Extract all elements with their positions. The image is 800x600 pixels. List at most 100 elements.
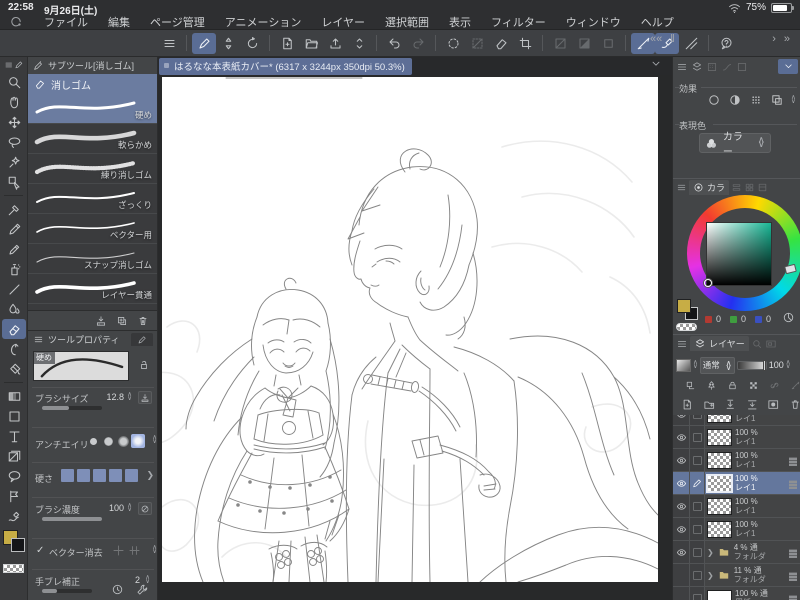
toolbar-selection-launcher-button[interactable] (548, 33, 572, 54)
panel-menu-icon[interactable] (676, 338, 688, 350)
eraser-tool[interactable] (2, 319, 26, 339)
layer-row[interactable]: 100 % レイ1 ▬ ▬ ▬ (673, 472, 800, 495)
balloon-tool[interactable] (0, 466, 28, 486)
menu-item[interactable]: フィルター (481, 14, 556, 30)
tool-strip-menu-icon[interactable] (4, 60, 14, 70)
import-subtool-icon[interactable] (95, 315, 107, 327)
lock-icon[interactable] (138, 359, 150, 371)
toolbar-redo-button[interactable] (406, 33, 430, 54)
figure-tool[interactable] (0, 406, 28, 426)
toolbar-deselect-button[interactable] (465, 33, 489, 54)
move-tool[interactable] (0, 112, 28, 132)
anti-alias-strong[interactable] (131, 434, 145, 448)
new-folder-icon[interactable] (703, 398, 716, 411)
layer-edit-cell[interactable] (690, 518, 705, 540)
brush-density-value[interactable]: 100 (109, 503, 124, 513)
layer-menu-icon[interactable]: ▬▬▬ (789, 545, 799, 559)
layer-edit-cell[interactable] (690, 564, 705, 586)
vector-erase-checkbox[interactable]: ✓ (36, 545, 44, 556)
effect-border-icon[interactable] (770, 93, 784, 107)
layer-visibility-cell[interactable] (673, 495, 690, 517)
menu-item[interactable]: ウィンドウ (556, 14, 631, 30)
tab-list-chevron-icon[interactable] (650, 58, 662, 70)
tone-tab-icon[interactable] (706, 61, 718, 73)
airbrush-tool[interactable] (0, 259, 28, 279)
layer-thumbnail[interactable] (707, 497, 732, 515)
next-control[interactable]: › (768, 33, 780, 45)
layer-mask-icon[interactable] (767, 398, 780, 411)
folder-expand-chevron-icon[interactable]: ❯ (707, 571, 714, 580)
layer-row[interactable]: ❯ 11 % 通フォルダ ▬ ▬ ▬ (673, 564, 800, 587)
layer-row[interactable]: 100 %レイ1 (673, 426, 800, 449)
expression-color-dropdown[interactable]: カラー ∧ ∨ (699, 132, 771, 158)
panel-menu-icon[interactable] (33, 334, 44, 345)
color-wheel-tab[interactable]: カラ (689, 180, 730, 195)
layer-thumbnail[interactable] (707, 520, 732, 538)
pencil-tool[interactable] (0, 239, 28, 259)
auto-select-tool[interactable] (0, 152, 28, 172)
layer-row[interactable]: 100 %レイ1 (673, 415, 800, 426)
toolbar-main-menu-button[interactable] (157, 33, 181, 54)
layer-color-stepper[interactable]: ∧ ∨ (693, 359, 698, 370)
subtool-item[interactable]: スナップ消しゴム (28, 244, 157, 274)
toolbar-updown-diamond-button[interactable] (216, 33, 240, 54)
layer-thumbnail[interactable] (707, 415, 732, 423)
transfer-down-icon[interactable] (724, 398, 737, 411)
finger-tool[interactable] (0, 339, 28, 359)
delete-layer-icon[interactable] (789, 398, 800, 411)
brush-detail-tab[interactable] (131, 333, 153, 346)
layer-visibility-cell[interactable] (673, 426, 690, 448)
flag-tool[interactable] (0, 486, 28, 506)
effect-tone-icon[interactable] (749, 93, 763, 107)
vector-erase-stepper[interactable]: ∧ ∨ (152, 544, 157, 555)
panel-menu-icon[interactable] (676, 61, 688, 73)
brush-density-slider[interactable] (42, 517, 102, 521)
opacity-slider[interactable] (736, 359, 767, 371)
menu-item[interactable]: アニメーション (215, 14, 312, 30)
hardness-expand-chevron[interactable]: ❯ (146, 470, 154, 481)
canvas-artwork[interactable] (162, 77, 658, 582)
navigator-tab-icon[interactable] (765, 338, 777, 350)
add-subtool-icon[interactable] (116, 315, 128, 327)
subtool-item[interactable]: 軟らかめ (28, 124, 157, 154)
opacity-value[interactable]: 100 (769, 360, 784, 370)
new-layer-icon[interactable] (681, 398, 694, 411)
anti-alias-stepper[interactable]: ∧ ∨ (152, 434, 157, 445)
layer-edit-cell[interactable] (690, 587, 705, 600)
subtool-item[interactable]: ざっくり (28, 184, 157, 214)
anti-alias-none[interactable] (86, 434, 100, 448)
menu-item[interactable]: 編集 (98, 14, 140, 30)
toolbar-crop-frame-button[interactable] (513, 33, 537, 54)
line-tool[interactable] (0, 279, 28, 299)
eyedropper-tool[interactable] (0, 199, 28, 219)
toolbar-open-file-button[interactable] (299, 33, 323, 54)
brush-size-value[interactable]: 12.8 (106, 392, 124, 402)
brush-density-dynamics-button[interactable] (138, 502, 152, 515)
subtool-group-eraser[interactable]: 消しゴム (28, 74, 157, 94)
toolbar-rotate-reset-button[interactable] (240, 33, 264, 54)
toolbar-selection-border-button[interactable] (596, 33, 620, 54)
layer-row[interactable]: 100 %レイ1 (673, 495, 800, 518)
hand-tool[interactable] (0, 92, 28, 112)
vector-erase-touch-icon[interactable] (112, 544, 125, 557)
vector-erase-intersect-icon[interactable] (128, 544, 141, 557)
menu-item[interactable]: ページ管理 (140, 14, 215, 30)
layer-row[interactable]: 100 % レイ1 ▬ ▬ ▬ (673, 449, 800, 472)
layer-edit-cell[interactable] (690, 495, 705, 517)
curve-tab-icon[interactable] (721, 61, 733, 73)
collapse-left-control[interactable]: «« (646, 33, 666, 45)
layer-edit-cell[interactable] (690, 415, 705, 425)
bucket-tool[interactable] (0, 359, 28, 379)
layer-menu-icon[interactable]: ▬▬▬ (789, 453, 799, 467)
tool-strip-edit-icon[interactable] (14, 60, 24, 70)
toolbar-new-canvas-button[interactable] (275, 33, 299, 54)
clip-to-layer-icon[interactable] (685, 379, 696, 392)
toolbar-undo-button[interactable] (382, 33, 406, 54)
panel-menu-icon[interactable] (676, 182, 687, 193)
layer-visibility-cell[interactable] (673, 564, 690, 586)
brush-size-dynamics-button[interactable] (138, 391, 152, 404)
layer-tab[interactable]: レイヤー (690, 336, 749, 351)
divider-handle[interactable]: ‖ (666, 33, 679, 45)
effect-none-icon[interactable] (707, 93, 721, 107)
frame-tool[interactable] (0, 446, 28, 466)
